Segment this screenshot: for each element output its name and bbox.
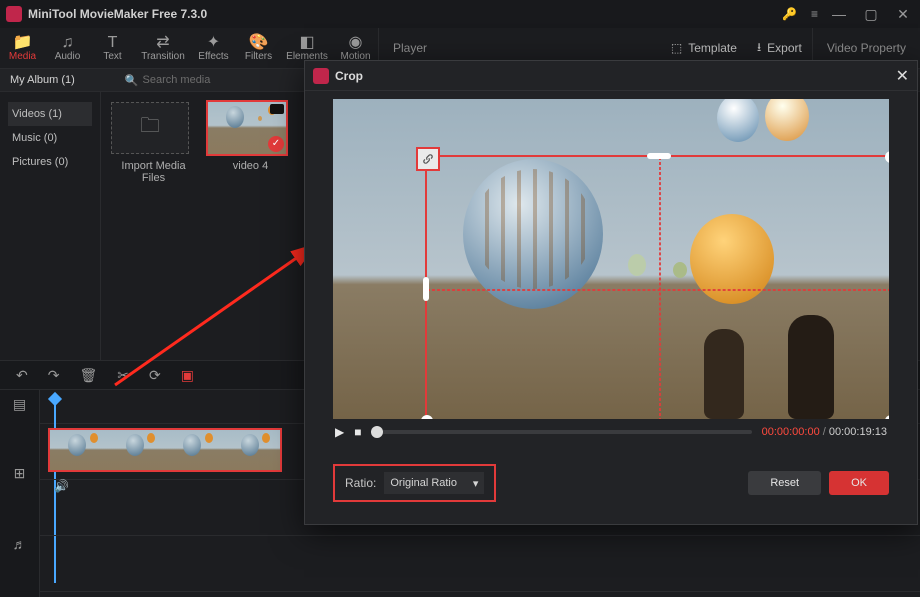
- ratio-label: Ratio:: [345, 476, 376, 490]
- palette-icon: 🎨: [249, 35, 269, 51]
- crop-dialog-title: Crop: [335, 69, 363, 83]
- play-button[interactable]: ▶: [335, 425, 344, 439]
- text-icon: T: [108, 35, 118, 51]
- seek-bar[interactable]: [371, 430, 751, 434]
- total-time: 00:00:19:13: [829, 426, 887, 438]
- tab-effects[interactable]: ✦Effects: [191, 28, 236, 68]
- track-headers: ▤ ⊞ ♬: [0, 390, 40, 597]
- video-track-icon[interactable]: ⊞: [14, 465, 26, 482]
- media-thumb-video4[interactable]: ✓ video 4: [208, 102, 293, 350]
- crop-preview[interactable]: [333, 99, 889, 419]
- ratio-select[interactable]: Original Ratio ▾: [384, 472, 484, 494]
- speed-button[interactable]: ⟳: [149, 367, 161, 384]
- crop-dialog-icon: [313, 68, 329, 84]
- crop-sync-button[interactable]: [416, 147, 440, 171]
- app-title: MiniTool MovieMaker Free 7.3.0: [28, 7, 782, 21]
- timeline-clip[interactable]: [50, 430, 280, 470]
- check-icon: ✓: [268, 136, 284, 152]
- crop-frame[interactable]: [425, 155, 889, 419]
- category-videos[interactable]: Videos (1): [8, 102, 92, 126]
- link-icon: [421, 152, 435, 166]
- crop-button[interactable]: ▣: [181, 367, 194, 384]
- ok-button[interactable]: OK: [829, 471, 889, 495]
- hamburger-menu-icon[interactable]: ≡: [811, 7, 818, 21]
- sparkle-icon: ✦: [207, 35, 220, 51]
- redo-button[interactable]: ↷: [48, 367, 60, 384]
- window-close-button[interactable]: ✕: [892, 6, 914, 23]
- tab-text[interactable]: TText: [90, 28, 135, 68]
- media-thumb-label: video 4: [208, 160, 293, 172]
- crop-handle-top[interactable]: [647, 153, 671, 159]
- crop-dialog-close-icon[interactable]: ✕: [896, 66, 909, 86]
- crop-dialog: Crop ✕ ▶ ■ 00:00:00:00: [304, 60, 918, 525]
- category-pictures[interactable]: Pictures (0): [8, 150, 92, 174]
- tab-transition[interactable]: ⇄Transition: [135, 28, 191, 68]
- split-button[interactable]: ✂: [117, 367, 129, 384]
- delete-button[interactable]: 🗑: [79, 367, 97, 384]
- crop-handle-left[interactable]: [423, 277, 429, 301]
- title-bar: MiniTool MovieMaker Free 7.3.0 🔑 ≡ — ▢ ✕: [0, 0, 920, 28]
- folder-icon: 📁: [13, 35, 33, 51]
- crop-playback-controls: ▶ ■ 00:00:00:00 / 00:00:19:13: [305, 419, 917, 439]
- search-placeholder: Search media: [143, 74, 211, 86]
- template-icon: ⬚: [671, 41, 682, 55]
- app-icon: [6, 6, 22, 22]
- category-music[interactable]: Music (0): [8, 126, 92, 150]
- search-media-input[interactable]: 🔍 Search media: [125, 74, 211, 87]
- window-minimize-button[interactable]: —: [828, 6, 850, 22]
- video-badge-icon: [270, 104, 284, 114]
- my-album-tab[interactable]: My Album (1): [10, 74, 75, 86]
- music-note-icon: ♫: [62, 35, 74, 51]
- reset-button[interactable]: Reset: [748, 471, 821, 495]
- motion-icon: ◉: [349, 35, 363, 51]
- ratio-section: Ratio: Original Ratio ▾: [333, 464, 496, 502]
- audio-track-icon[interactable]: ♬: [13, 536, 27, 552]
- seek-knob[interactable]: [371, 426, 383, 438]
- stop-button[interactable]: ■: [354, 425, 361, 439]
- folder-open-icon: 🗀: [111, 102, 189, 154]
- license-key-icon[interactable]: 🔑: [782, 7, 797, 21]
- crop-dialog-titlebar: Crop ✕: [305, 61, 917, 91]
- current-time: 00:00:00:00: [762, 426, 820, 438]
- import-media-thumb[interactable]: 🗀 Import Media Files: [111, 102, 196, 350]
- tab-filters[interactable]: 🎨Filters: [236, 28, 281, 68]
- window-maximize-button[interactable]: ▢: [860, 6, 882, 23]
- layer-icon[interactable]: ▤: [13, 396, 26, 413]
- import-media-label: Import Media Files: [111, 160, 196, 184]
- search-icon: 🔍: [125, 74, 139, 87]
- media-category-list: Videos (1) Music (0) Pictures (0): [0, 92, 100, 360]
- crop-bottom-bar: Ratio: Original Ratio ▾ Reset OK: [305, 450, 917, 516]
- tab-media[interactable]: 📁Media: [0, 28, 45, 68]
- crop-handle-br[interactable]: [885, 415, 889, 419]
- export-icon: ⭳: [757, 38, 761, 59]
- crop-handle-bl[interactable]: [421, 415, 433, 419]
- audio-track-row[interactable]: [40, 536, 920, 592]
- transition-icon: ⇄: [156, 35, 169, 51]
- shapes-icon: ◧: [299, 35, 314, 51]
- crop-handle-tr[interactable]: [885, 151, 889, 163]
- undo-button[interactable]: ↶: [16, 367, 28, 384]
- chevron-down-icon: ▾: [473, 477, 479, 490]
- time-display: 00:00:00:00 / 00:00:19:13: [762, 426, 887, 438]
- tab-audio[interactable]: ♫Audio: [45, 28, 90, 68]
- ratio-select-value: Original Ratio: [390, 477, 457, 489]
